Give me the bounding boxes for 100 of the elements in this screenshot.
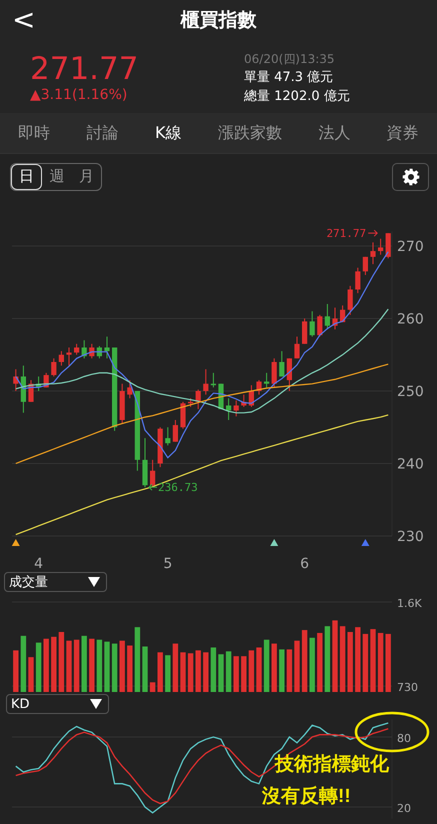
candlestick xyxy=(272,358,277,388)
candlestick xyxy=(66,347,72,366)
volume-bar xyxy=(58,632,64,692)
volume-bar xyxy=(248,650,254,692)
indicator-dropdown[interactable]: 成交量 xyxy=(4,572,107,592)
settings-icon xyxy=(402,168,420,186)
candlestick xyxy=(20,365,26,414)
candlestick xyxy=(58,350,64,366)
axis-label: 230 xyxy=(397,529,424,545)
candlestick xyxy=(370,242,376,265)
annotation-text: 沒有反轉!! xyxy=(262,786,351,807)
volume-info: 單量 47.3 億元 xyxy=(244,69,334,87)
axis-label: 250 xyxy=(397,384,424,400)
volume-bar xyxy=(82,636,87,692)
candlestick xyxy=(294,336,300,359)
candlestick xyxy=(355,267,360,294)
volume-bar xyxy=(196,650,201,692)
candlestick xyxy=(104,336,110,359)
axis-label: 240 xyxy=(397,456,424,472)
low-price-label: 236.73 xyxy=(158,481,198,494)
candlestick xyxy=(150,459,156,488)
volume-bar xyxy=(370,629,376,692)
candlestick xyxy=(96,346,102,359)
tab[interactable]: 討論 xyxy=(84,116,121,150)
date-label: 5 xyxy=(163,556,172,572)
volume-bar xyxy=(355,627,360,692)
index-price: 271.77 xyxy=(30,52,140,86)
volume-bar xyxy=(158,652,163,692)
volume-bar xyxy=(226,651,232,692)
volume-bar xyxy=(294,640,300,692)
volume-bar xyxy=(362,634,368,692)
candlestick xyxy=(51,358,56,377)
candlestick xyxy=(286,358,292,392)
tab[interactable]: 法人 xyxy=(316,116,352,150)
volume-bar xyxy=(13,650,18,692)
candlestick xyxy=(378,238,384,256)
volume-bar xyxy=(332,620,338,692)
volume-bar xyxy=(188,653,194,692)
indicator-dropdown[interactable]: KD xyxy=(6,694,109,714)
volume-bar xyxy=(165,655,170,692)
candlestick xyxy=(340,304,346,323)
tab[interactable]: 漲跌家數 xyxy=(216,116,284,150)
candlestick xyxy=(264,372,270,388)
volume-bar xyxy=(256,647,262,692)
tab[interactable]: 資券 xyxy=(384,116,421,150)
volume-bar xyxy=(51,636,56,692)
period-option[interactable]: 月 xyxy=(72,164,101,190)
volume-bar xyxy=(286,649,292,692)
candlestick xyxy=(226,398,232,420)
tab[interactable]: 即時 xyxy=(16,116,52,150)
candlestick xyxy=(256,380,262,396)
volume-bar xyxy=(150,682,156,692)
candlestick xyxy=(248,384,254,408)
candlestick xyxy=(310,310,315,338)
period-option[interactable]: 週 xyxy=(42,164,72,190)
volume-bar xyxy=(241,656,246,692)
back-button[interactable]: < xyxy=(8,2,40,38)
volume-bar xyxy=(348,632,353,692)
volume-bar xyxy=(324,626,330,692)
volume-bar xyxy=(279,649,284,692)
arrow-icon xyxy=(368,230,378,237)
candlestick xyxy=(165,426,170,446)
volume-bar xyxy=(203,652,208,692)
candlestick xyxy=(332,307,338,330)
candlestick xyxy=(234,400,239,417)
volume-bar xyxy=(218,654,224,692)
volume-bar xyxy=(96,640,102,692)
volume-bar xyxy=(134,627,140,692)
volume-bar xyxy=(36,642,42,692)
volume-bar xyxy=(112,644,118,692)
candlestick xyxy=(13,368,18,392)
date-label: 6 xyxy=(300,556,310,572)
tab[interactable]: K線 xyxy=(153,116,184,150)
volume-bar xyxy=(310,638,315,692)
volume-bar xyxy=(264,640,270,692)
volume-bar xyxy=(378,632,384,692)
volume-bar xyxy=(340,626,346,692)
candlestick xyxy=(203,368,208,396)
candlestick xyxy=(142,438,148,488)
candlestick xyxy=(36,376,42,392)
candlestick xyxy=(188,398,194,408)
candlestick xyxy=(158,426,163,468)
candlestick xyxy=(362,256,368,276)
axis-label: 1.6K xyxy=(397,597,422,610)
candlestick xyxy=(28,380,34,402)
axis-label: 20 xyxy=(397,802,411,815)
volume-bar xyxy=(104,642,110,692)
axis-label: 260 xyxy=(397,312,424,328)
candlestick xyxy=(241,394,246,408)
settings-button[interactable] xyxy=(392,163,429,191)
period-option[interactable]: 日 xyxy=(11,164,42,190)
volume-bar xyxy=(66,640,72,692)
volume-bar xyxy=(302,630,308,692)
volume-bar xyxy=(44,638,49,692)
volume-bar xyxy=(74,640,80,692)
candlestick xyxy=(210,372,216,388)
candlestick xyxy=(74,343,80,356)
candlestick xyxy=(120,383,125,424)
candlestick xyxy=(348,285,353,316)
volume-bar xyxy=(142,646,148,692)
